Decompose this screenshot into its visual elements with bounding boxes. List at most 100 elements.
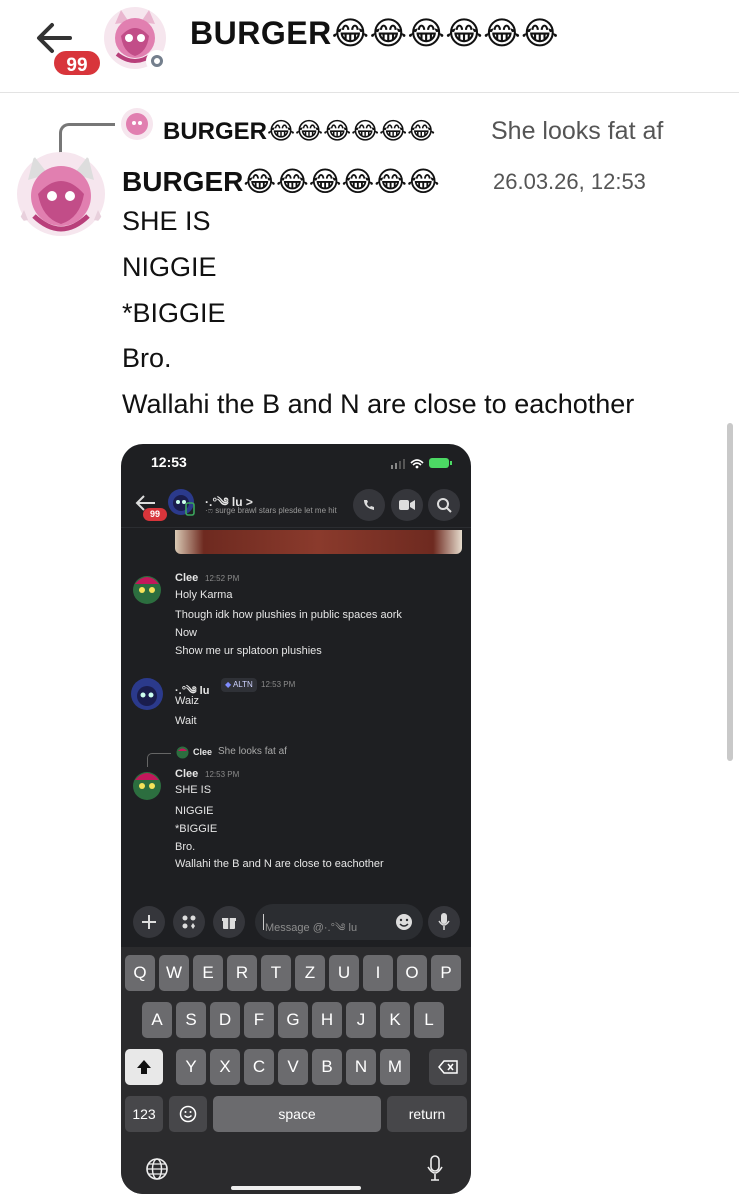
shift-key[interactable] xyxy=(125,1049,163,1085)
emoji-key[interactable] xyxy=(169,1096,207,1132)
unread-badge: 99 xyxy=(51,48,103,78)
message-line: Bro. xyxy=(175,841,196,853)
key-c[interactable]: C xyxy=(244,1049,274,1085)
message-author[interactable]: Clee xyxy=(175,768,198,780)
video-call-button[interactable] xyxy=(391,489,423,521)
shift-icon xyxy=(137,1060,151,1074)
search-button[interactable] xyxy=(428,489,460,521)
keyboard: Q W E R T Z U I O P A S D F G H J K L Y … xyxy=(121,947,471,1194)
phone-icon xyxy=(364,500,374,510)
reply-preview-text[interactable]: She looks fat af xyxy=(491,117,663,146)
reply-preview-text[interactable]: She looks fat af xyxy=(218,746,287,757)
page-title: BURGER😂😂😂😂😂😂 xyxy=(190,15,560,51)
message-line: *BIGGIE xyxy=(175,823,218,835)
message-timestamp: 12:53 PM xyxy=(205,770,240,779)
reply-author[interactable]: BURGER😂😂😂😂😂😂 xyxy=(163,117,435,146)
message-line: Wait xyxy=(175,715,197,727)
dictation-microphone-icon[interactable] xyxy=(426,1155,444,1181)
search-icon xyxy=(437,498,452,513)
key-l[interactable]: L xyxy=(414,1002,444,1038)
call-button[interactable] xyxy=(353,489,385,521)
plus-icon xyxy=(142,915,156,929)
status-indicator xyxy=(146,50,168,72)
key-y[interactable]: Y xyxy=(176,1049,206,1085)
key-w[interactable]: W xyxy=(159,955,189,991)
image-attachment[interactable] xyxy=(175,530,462,554)
key-o[interactable]: O xyxy=(397,955,427,991)
key-e[interactable]: E xyxy=(193,955,223,991)
backspace-key[interactable] xyxy=(429,1049,467,1085)
key-n[interactable]: N xyxy=(346,1049,376,1085)
message-input[interactable]: Message @·.°༄ lu xyxy=(255,904,423,940)
message-input-placeholder: Message @·.°༄ lu xyxy=(265,922,358,934)
message-timestamp: 12:53 PM xyxy=(261,680,296,689)
apps-icon xyxy=(182,915,196,929)
message-line: NIGGIE xyxy=(175,805,214,817)
backspace-icon xyxy=(438,1060,458,1074)
emoji-icon[interactable] xyxy=(395,913,413,931)
reply-avatar[interactable] xyxy=(120,107,154,141)
message-avatar[interactable] xyxy=(129,676,165,712)
divider xyxy=(121,527,471,528)
reply-author[interactable]: Clee xyxy=(193,747,212,757)
message-line: Waiz xyxy=(175,695,200,707)
scrollbar[interactable] xyxy=(727,423,733,761)
apps-button[interactable] xyxy=(173,906,205,938)
key-v[interactable]: V xyxy=(278,1049,308,1085)
key-m[interactable]: M xyxy=(380,1049,410,1085)
numbers-key[interactable]: 123 xyxy=(125,1096,163,1132)
message-line: SHE IS xyxy=(175,784,212,796)
key-f[interactable]: F xyxy=(244,1002,274,1038)
key-q[interactable]: Q xyxy=(125,955,155,991)
key-u[interactable]: U xyxy=(329,955,359,991)
voice-message-button[interactable] xyxy=(428,906,460,938)
key-a[interactable]: A xyxy=(142,1002,172,1038)
return-key[interactable]: return xyxy=(387,1096,467,1132)
gift-icon xyxy=(222,918,236,929)
reply-connector xyxy=(147,753,171,767)
message-author[interactable]: BURGER😂😂😂😂😂😂 xyxy=(122,165,440,198)
key-t[interactable]: T xyxy=(261,955,291,991)
status-time: 12:53 xyxy=(151,454,187,470)
message-line: *BIGGIE xyxy=(122,298,226,328)
key-k[interactable]: K xyxy=(380,1002,410,1038)
key-g[interactable]: G xyxy=(278,1002,308,1038)
key-b[interactable]: B xyxy=(312,1049,342,1085)
key-r[interactable]: R xyxy=(227,955,257,991)
emoji-icon xyxy=(179,1105,197,1123)
reply-avatar[interactable] xyxy=(176,746,189,759)
reply-connector xyxy=(59,123,115,153)
key-i[interactable]: I xyxy=(363,955,393,991)
message-avatar[interactable] xyxy=(129,570,165,606)
message-line: Now xyxy=(175,627,198,639)
video-icon xyxy=(399,500,415,510)
message-timestamp: 26.03.26, 12:53 xyxy=(493,169,646,194)
message-author[interactable]: Clee xyxy=(175,572,198,584)
mobile-status-icon xyxy=(185,502,195,516)
key-s[interactable]: S xyxy=(176,1002,206,1038)
message-avatar[interactable] xyxy=(129,766,165,802)
key-p[interactable]: P xyxy=(431,955,461,991)
message-line: NIGGIE xyxy=(122,252,217,282)
clan-tag: ◆ ALTN xyxy=(221,678,257,692)
unread-badge: 99 xyxy=(143,508,167,521)
clan-tag-label: ALTN xyxy=(232,680,253,689)
key-j[interactable]: J xyxy=(346,1002,376,1038)
key-h[interactable]: H xyxy=(312,1002,342,1038)
key-d[interactable]: D xyxy=(210,1002,240,1038)
message-line: Holy Karma xyxy=(175,589,233,601)
message-line: Bro. xyxy=(122,343,172,373)
message-line: Though idk how plushies in public spaces… xyxy=(175,609,402,621)
add-attachment-button[interactable] xyxy=(133,906,165,938)
gift-button[interactable] xyxy=(213,906,245,938)
globe-icon[interactable] xyxy=(145,1157,169,1181)
key-x[interactable]: X xyxy=(210,1049,240,1085)
attached-screenshot[interactable]: 12:53 99 ·.°༄ lu > ·ෆ surge brawl stars … xyxy=(121,444,471,1194)
message-line: Wallahi the B and N are close to eachoth… xyxy=(122,389,635,419)
message-timestamp: 12:52 PM xyxy=(205,574,240,583)
key-z[interactable]: Z xyxy=(295,955,325,991)
microphone-icon xyxy=(438,913,450,930)
message-line: Show me ur splatoon plushies xyxy=(175,645,322,657)
message-avatar[interactable] xyxy=(14,150,108,238)
space-key[interactable]: space xyxy=(213,1096,381,1132)
